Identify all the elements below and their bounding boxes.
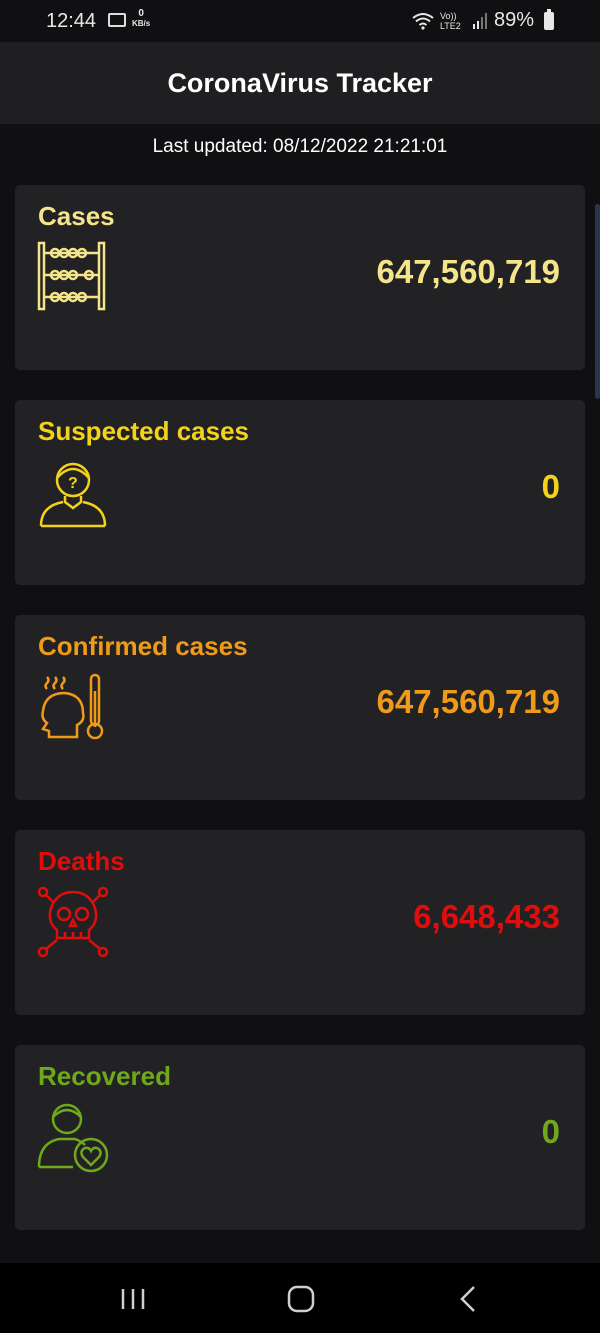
- network-speed-value: 0: [138, 8, 144, 19]
- network-speed: 0 KB/s: [132, 9, 150, 29]
- signal-icon: [472, 12, 487, 29]
- network-type: Vo)) LTE2: [439, 10, 461, 31]
- card-deaths[interactable]: Deaths 6,648,433: [15, 830, 585, 1015]
- scrollbar[interactable]: [595, 204, 600, 399]
- abacus-icon: [37, 241, 106, 311]
- svg-text:?: ?: [68, 475, 78, 492]
- card-value: 6,648,433: [413, 898, 560, 935]
- fever-thermometer-icon: [41, 673, 104, 740]
- battery-percent: 89%: [493, 9, 534, 31]
- wifi-icon: [412, 12, 434, 30]
- screen-record-icon: [108, 13, 126, 27]
- card-recovered[interactable]: Recovered 0: [15, 1045, 585, 1230]
- card-title: Deaths: [38, 846, 125, 876]
- card-title: Cases: [38, 201, 115, 231]
- card-value: 647,560,719: [376, 683, 560, 720]
- navigation-bar: [0, 1263, 600, 1333]
- battery-icon: [544, 8, 554, 30]
- status-time: 12:44: [46, 10, 97, 32]
- suspect-person-icon: ?: [39, 462, 107, 528]
- back-icon[interactable]: [448, 1283, 488, 1315]
- recent-apps-icon[interactable]: [113, 1283, 153, 1315]
- card-suspected-cases[interactable]: Suspected cases ? 0: [15, 400, 585, 585]
- network-speed-unit: KB/s: [132, 19, 151, 28]
- last-updated-text: Last updated: 08/12/2022 21:21:01: [152, 136, 448, 157]
- card-title: Recovered: [38, 1061, 171, 1091]
- card-value: 0: [541, 1113, 560, 1150]
- home-icon[interactable]: [281, 1283, 321, 1315]
- app-title: CoronaVirus Tracker: [167, 67, 433, 98]
- card-title: Suspected cases: [38, 416, 250, 446]
- card-cases[interactable]: Cases 647,560,719: [15, 185, 585, 370]
- skull-crossbones-icon: [37, 886, 109, 958]
- app-bar: CoronaVirus Tracker: [0, 42, 600, 124]
- card-value: 647,560,719: [376, 253, 560, 290]
- card-confirmed-cases[interactable]: Confirmed cases 647,560,719: [15, 615, 585, 800]
- status-right: Vo)) LTE2 89%: [412, 8, 554, 32]
- card-title: Confirmed cases: [38, 631, 248, 661]
- card-value: 0: [541, 468, 560, 505]
- status-bar: 12:44 0 KB/s Vo)) LTE2 89%: [0, 0, 600, 42]
- recovered-person-heart-icon: [37, 1103, 109, 1173]
